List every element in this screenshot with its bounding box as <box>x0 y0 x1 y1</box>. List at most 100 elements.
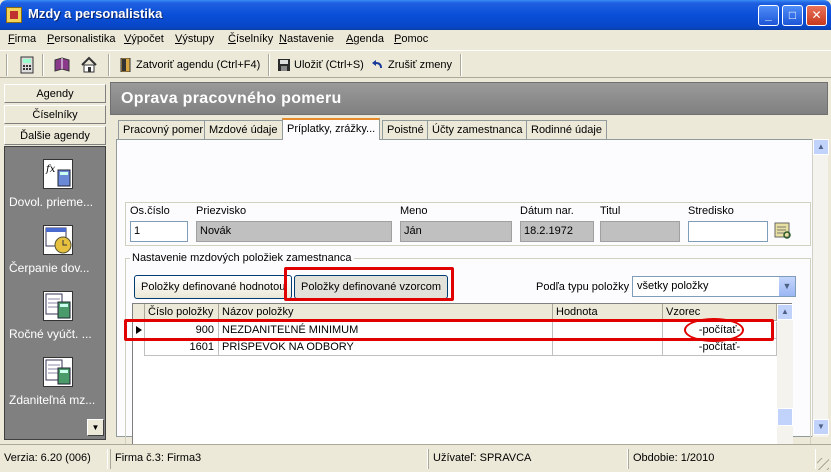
grid-header: Číslo položky Názov položky Hodnota Vzor… <box>133 304 793 321</box>
filter-label: Podľa typu položky <box>536 281 630 293</box>
menu-pomoc[interactable]: Pomoc <box>394 33 428 45</box>
status-period: Obdobie: 1/2010 <box>628 449 816 469</box>
minimize-button[interactable]: _ <box>758 5 779 26</box>
meno-label: Meno <box>400 205 428 217</box>
employee-fields: Os.číslo 1 Priezvisko Novák Meno Ján Dát… <box>125 202 811 246</box>
calculator-icon[interactable] <box>18 56 36 74</box>
datum-nar-field: 18.2.1972 <box>520 221 594 242</box>
sheet-calculator-icon <box>43 357 73 387</box>
toolbar-grip <box>6 54 8 76</box>
save-label: Uložiť (Ctrl+S) <box>294 59 364 71</box>
page-title: Oprava pracovného pomeru <box>121 90 342 107</box>
row-selector[interactable] <box>133 322 145 339</box>
item-type-select-value: všetky položky <box>637 280 709 292</box>
main-area: Oprava pracovného pomeru Pracovný pomer … <box>110 82 829 472</box>
col-nazov-polozky[interactable]: Názov položky <box>219 304 553 321</box>
sheet-calculator-icon <box>43 291 73 321</box>
close-button[interactable]: ✕ <box>806 5 827 26</box>
menu-firma[interactable]: Firma <box>8 33 36 45</box>
sidebar-item-label: Ročné vyúčt. ... <box>9 327 92 341</box>
save-button[interactable]: Uložiť (Ctrl+S) <box>276 54 364 76</box>
status-company: Firma č.3: Firma3 <box>110 449 428 469</box>
sidebar-scroll-down-button[interactable]: ▼ <box>87 419 104 436</box>
sidebar-tab-agendy[interactable]: Agendy <box>4 84 106 103</box>
maximize-button[interactable]: □ <box>782 5 803 26</box>
cell-vzorec[interactable]: -počítať- <box>663 322 777 339</box>
stredisko-input[interactable] <box>688 221 768 242</box>
cell-nazov[interactable]: PRÍSPEVOK NA ODBORY <box>219 339 553 356</box>
toolbar-separator <box>460 54 462 76</box>
item-type-select[interactable]: všetky položky ▼ <box>632 276 796 297</box>
toolbar-separator <box>268 54 270 76</box>
os-cislo-label: Os.číslo <box>130 205 170 217</box>
cell-hodnota[interactable] <box>553 322 663 339</box>
title-bar: Mzdy a personalistika _ □ ✕ <box>0 0 831 30</box>
menu-personalistika[interactable]: Personalistika <box>47 33 115 45</box>
sidebar-item-cerpanie[interactable]: Čerpanie dov... <box>5 221 105 287</box>
datum-nar-label: Dátum nar. <box>520 205 574 217</box>
close-agenda-button[interactable]: Zatvoriť agendu (Ctrl+F4) <box>118 54 260 76</box>
sidebar-item-label: Čerpanie dov... <box>9 261 90 275</box>
tab-rodinne-udaje[interactable]: Rodinné údaje <box>526 120 607 139</box>
menu-ciselniky[interactable]: Číselníky <box>228 33 273 45</box>
current-row-icon <box>136 326 142 334</box>
table-row[interactable]: 900 NEZDANITEĽNÉ MINIMUM -počítať- <box>133 322 793 339</box>
tab-ucty-zamestnanca[interactable]: Účty zamestnanca <box>427 120 528 139</box>
sidebar-tab-dalsie-agendy[interactable]: Ďalšie agendy <box>4 126 106 145</box>
grid-corner <box>133 304 145 321</box>
tab-priplatky-zrazky[interactable]: Príplatky, zrážky... <box>282 118 381 140</box>
undo-icon <box>372 58 384 72</box>
tab-panel: Os.číslo 1 Priezvisko Novák Meno Ján Dát… <box>116 139 820 472</box>
menu-vypocet[interactable]: Výpočet <box>124 33 164 45</box>
menu-nastavenie[interactable]: Nastavenie <box>279 33 334 45</box>
app-icon <box>6 7 22 23</box>
cell-nazov[interactable]: NEZDANITEĽNÉ MINIMUM <box>219 322 553 339</box>
titul-label: Titul <box>600 205 621 217</box>
window-title: Mzdy a personalistika <box>28 6 163 21</box>
col-vzorec[interactable]: Vzorec <box>663 304 777 321</box>
col-cislo-polozky[interactable]: Číslo položky <box>145 304 219 321</box>
menu-agenda[interactable]: Agenda <box>346 33 384 45</box>
menu-vystupy[interactable]: Výstupy <box>175 33 214 45</box>
sidebar-item-label: Zdaniteľná mz... <box>9 393 96 407</box>
table-row[interactable]: 1601 PRÍSPEVOK NA ODBORY -počítať- <box>133 339 793 356</box>
tab-mzdove-udaje[interactable]: Mzdové údaje <box>204 120 283 139</box>
items-by-formula-button[interactable]: Položky definované vzorcom <box>294 275 449 299</box>
lookup-icon[interactable] <box>774 222 792 240</box>
os-cislo-input[interactable]: 1 <box>130 221 188 242</box>
sidebar-item-zdanitelna-mzda[interactable]: Zdaniteľná mz... <box>5 353 105 419</box>
grid-scroll-up-button[interactable]: ▲ <box>777 304 793 320</box>
group-title: Nastavenie mzdových položiek zamestnanca <box>130 252 354 264</box>
status-bar: Verzia: 6.20 (006) Firma č.3: Firma3 Uží… <box>0 444 831 472</box>
panel-scroll-down-button[interactable]: ▼ <box>813 419 829 435</box>
page-header: Oprava pracovného pomeru <box>110 82 828 115</box>
cell-hodnota[interactable] <box>553 339 663 356</box>
sidebar-item-rocne-vyuctovanie[interactable]: Ročné vyúčt. ... <box>5 287 105 353</box>
cancel-changes-button[interactable]: Zrušiť zmeny <box>370 54 452 76</box>
cell-cislo[interactable]: 1601 <box>145 339 219 356</box>
resize-grip[interactable] <box>817 458 829 470</box>
stredisko-label: Stredisko <box>688 205 734 217</box>
col-hodnota[interactable]: Hodnota <box>553 304 663 321</box>
panel-scroll-up-button[interactable]: ▲ <box>813 139 829 155</box>
menu-bar: Firma Personalistika Výpočet Výstupy Čís… <box>0 30 831 49</box>
sidebar-item-dovolenka[interactable]: fx Dovol. prieme... <box>5 155 105 221</box>
grid-scroll-thumb[interactable] <box>777 408 793 426</box>
door-icon <box>120 57 132 73</box>
home-icon[interactable] <box>80 56 98 74</box>
items-by-value-button[interactable]: Položky definované hodnotou <box>134 275 293 299</box>
tab-poistne[interactable]: Poistné <box>382 120 429 139</box>
sidebar-tab-ciselniky[interactable]: Číselníky <box>4 105 106 124</box>
row-selector[interactable] <box>133 339 145 356</box>
svg-text:fx: fx <box>45 164 56 175</box>
cell-vzorec[interactable]: -počítať- <box>663 339 777 356</box>
tab-pracovny-pomer[interactable]: Pracovný pomer <box>118 120 209 139</box>
chevron-down-icon[interactable]: ▼ <box>778 277 795 296</box>
cancel-changes-label: Zrušiť zmeny <box>388 59 453 71</box>
panel-scrollbar[interactable]: ▲ ▼ <box>812 139 829 437</box>
cell-cislo[interactable]: 900 <box>145 322 219 339</box>
priezvisko-label: Priezvisko <box>196 205 247 217</box>
sidebar-item-label: Dovol. prieme... <box>9 195 94 209</box>
meno-field: Ján <box>400 221 512 242</box>
book-icon[interactable] <box>53 56 71 74</box>
